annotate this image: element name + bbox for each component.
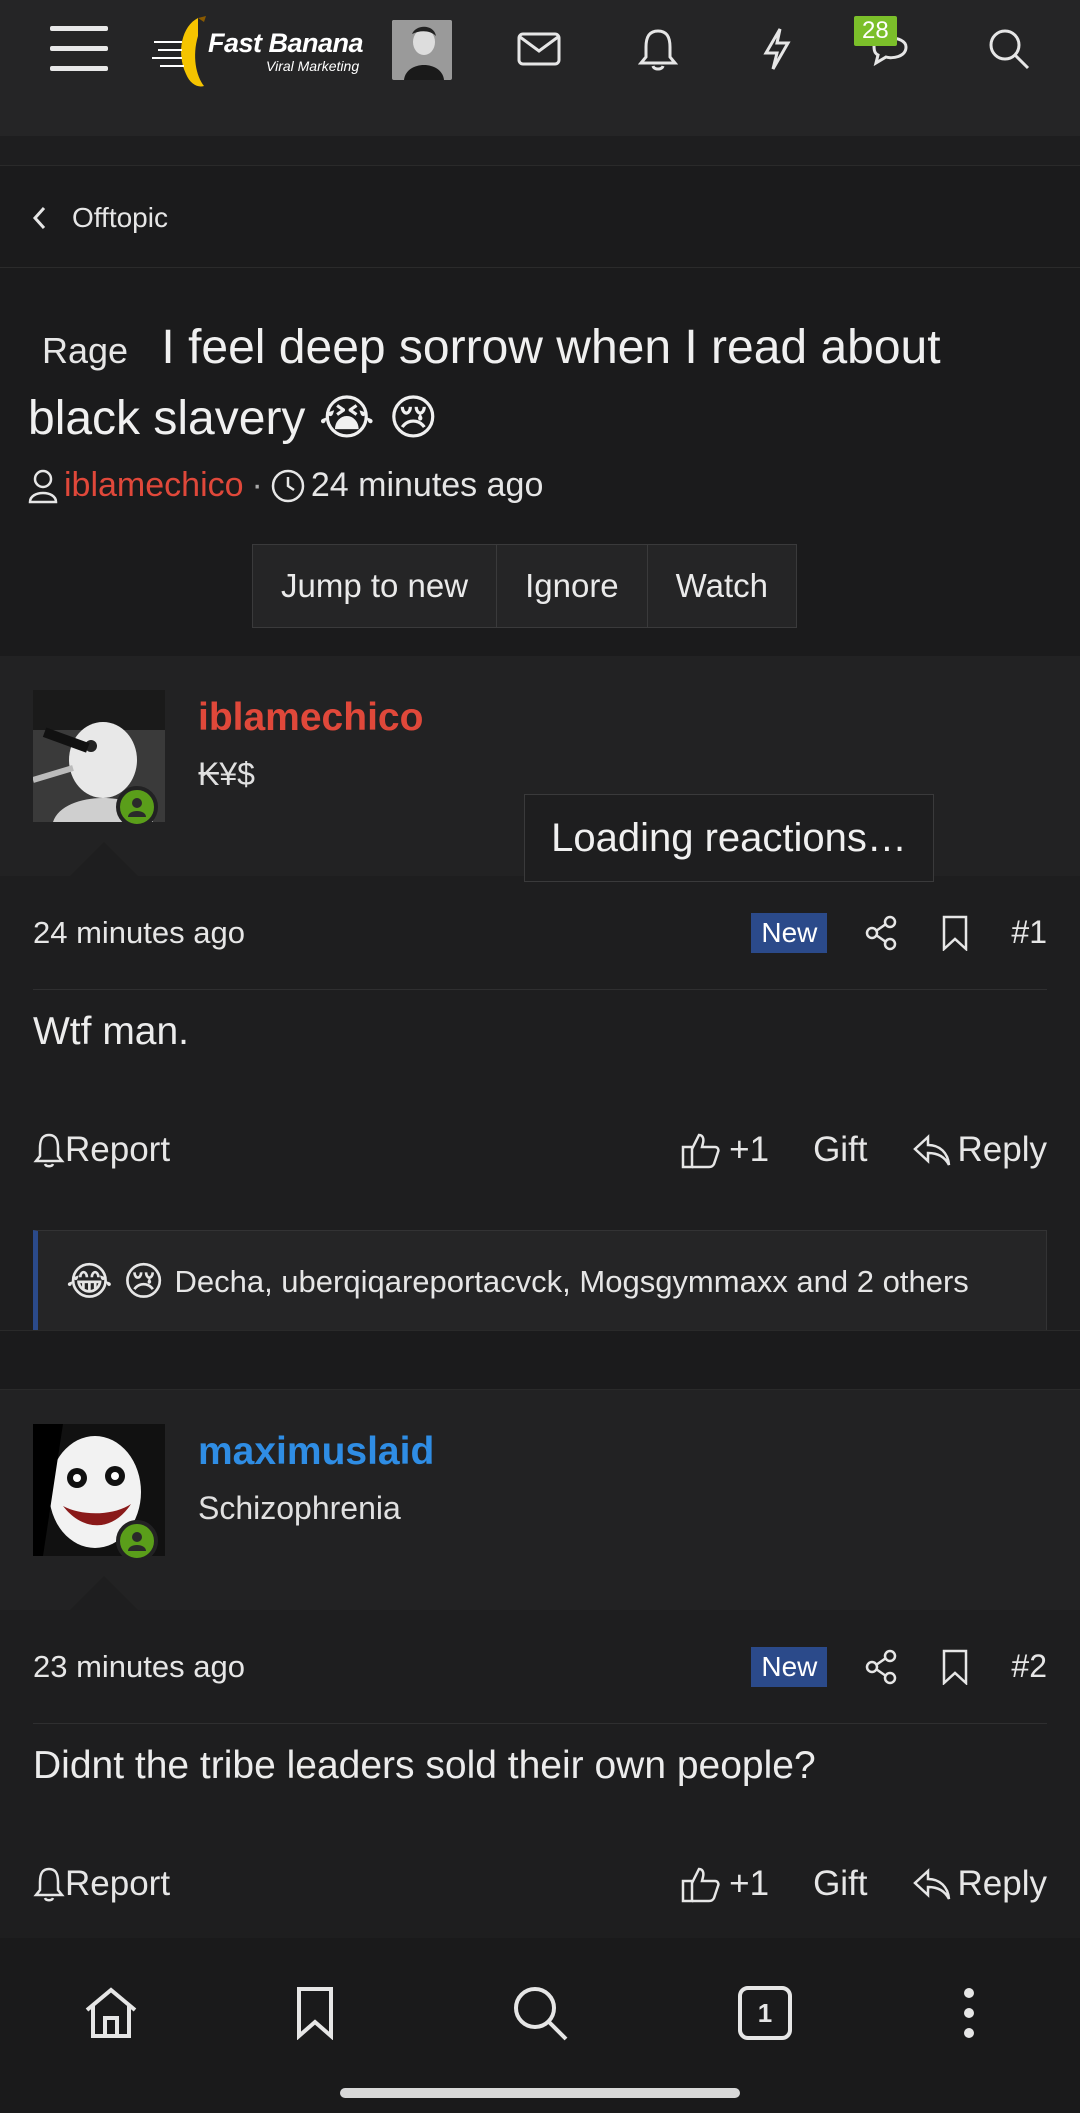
post-username[interactable]: iblamechico (198, 696, 423, 740)
like-count: +1 (729, 1130, 770, 1169)
inbox-icon[interactable] (506, 16, 572, 82)
like-count: +1 (729, 1864, 770, 1903)
more-options-icon[interactable] (934, 1978, 1004, 2048)
post-user-title: ₭¥$ (198, 756, 255, 792)
user-avatar[interactable] (392, 20, 452, 80)
share-icon[interactable] (861, 1647, 901, 1687)
loading-reactions-popup: Loading reactions… (524, 794, 934, 882)
bookmark-nav-icon[interactable] (280, 1978, 350, 2048)
home-icon[interactable] (76, 1978, 146, 2048)
reply-icon (912, 1868, 950, 1900)
post-number[interactable]: #2 (1011, 1648, 1047, 1685)
reply-icon (912, 1134, 950, 1166)
thread-actions: Jump to new Ignore Watch (252, 544, 797, 628)
thumbs-up-icon (681, 1133, 720, 1169)
post-pointer (70, 1576, 138, 1610)
thread-title-text: I feel deep sorrow when I read about bla… (28, 321, 941, 445)
logo-brand-text: Fast Banana (208, 28, 364, 58)
thread-title: Rage I feel deep sorrow when I read abou… (28, 314, 1048, 453)
post-user-title: Schizophrenia (198, 1490, 401, 1526)
post-pointer (70, 842, 138, 876)
menu-icon[interactable] (42, 16, 108, 82)
thread-author[interactable]: iblamechico (64, 466, 244, 505)
search-icon[interactable] (976, 16, 1042, 82)
lightning-icon[interactable] (744, 16, 810, 82)
ignore-button[interactable]: Ignore (497, 545, 648, 627)
user-icon (28, 469, 58, 503)
top-app-bar: Fast Banana Viral Marketing 28 (0, 0, 1080, 136)
post-body: 24 minutes ago New #1 Wtf man. Report +1… (0, 876, 1080, 1390)
gift-button[interactable]: Gift (813, 1864, 867, 1904)
report-label: Report (65, 1864, 171, 1903)
thumbs-up-icon (681, 1867, 720, 1903)
thread-prefix[interactable]: Rage (28, 330, 142, 371)
thread-meta: iblamechico · 24 minutes ago (28, 466, 543, 505)
post-meta: 23 minutes ago New #2 (33, 1610, 1047, 1724)
post-actions: Report +1 Gift Reply (33, 1120, 1047, 1180)
tab-count: 1 (757, 1997, 773, 2028)
bookmark-icon[interactable] (935, 913, 975, 953)
thread-time[interactable]: 24 minutes ago (311, 466, 544, 505)
site-logo[interactable]: Fast Banana Viral Marketing (152, 12, 364, 92)
breadcrumb-label: Offtopic (72, 201, 168, 233)
gesture-home-bar[interactable] (340, 2088, 740, 2098)
post-user-area: maximuslaid Schizophrenia (0, 1390, 1080, 1610)
reply-label: Reply (957, 1130, 1047, 1169)
reaction-emoji-laugh: 😂 (66, 1260, 113, 1304)
reply-button[interactable]: Reply (912, 1864, 1047, 1904)
post-message: Wtf man. (33, 1010, 190, 1053)
post-message: Didnt the tribe leaders sold their own p… (33, 1744, 816, 1787)
post-divider (0, 1330, 1080, 1390)
like-button[interactable]: +1 (681, 1864, 769, 1904)
avatar-portrait (392, 20, 452, 80)
post-username[interactable]: maximuslaid (198, 1430, 434, 1474)
reply-button[interactable]: Reply (912, 1130, 1047, 1170)
logo-tagline: Viral Marketing (266, 58, 360, 74)
bottom-navigation: 1 (0, 1938, 1080, 2113)
user-icon (128, 1532, 146, 1551)
online-indicator-post-2 (116, 1520, 158, 1562)
new-badge: New (751, 1646, 828, 1687)
online-indicator-post-1 (116, 786, 158, 828)
search-nav-icon[interactable] (505, 1978, 575, 2048)
gift-button[interactable]: Gift (813, 1130, 867, 1170)
post-1: iblamechico ₭¥$ 24 minutes ago New #1 Wt… (0, 656, 1080, 1484)
report-button[interactable]: Report (33, 1130, 170, 1170)
meta-separator: · (251, 466, 263, 504)
post-actions: Report +1 Gift Reply (33, 1854, 1047, 1914)
bell-icon (33, 1133, 65, 1168)
post-time[interactable]: 23 minutes ago (33, 1649, 245, 1685)
jump-to-new-button[interactable]: Jump to new (253, 545, 498, 627)
post-number[interactable]: #1 (1011, 914, 1047, 951)
reactions-bar[interactable]: 😂 😢 Decha, uberqiqareportacvck, Mogsgymm… (33, 1230, 1047, 1334)
tabs-icon[interactable]: 1 (730, 1978, 800, 2048)
post-2: maximuslaid Schizophrenia 23 minutes ago… (0, 1390, 1080, 1938)
bell-icon (33, 1867, 65, 1902)
header-spacer (0, 136, 1080, 166)
reaction-emoji-cry: 😢 (122, 1260, 165, 1304)
user-icon (128, 798, 146, 817)
new-badge: New (751, 912, 828, 953)
post-time[interactable]: 24 minutes ago (33, 915, 245, 951)
breadcrumb[interactable]: Offtopic (0, 168, 1080, 268)
share-icon[interactable] (861, 913, 901, 953)
thread-header: Rage I feel deep sorrow when I read abou… (0, 270, 1080, 656)
clock-icon (271, 469, 305, 502)
post-body: 23 minutes ago New #2 Didnt the tribe le… (0, 1610, 1080, 1938)
report-label: Report (65, 1130, 171, 1169)
like-button[interactable]: +1 (681, 1130, 769, 1170)
notification-count-badge: 28 (854, 16, 897, 46)
bookmark-icon[interactable] (935, 1647, 975, 1687)
chevron-left-icon (32, 206, 46, 229)
reactions-text: Decha, uberqiqareportacvck, Mogsgymmaxx … (174, 1264, 969, 1299)
reply-label: Reply (957, 1864, 1047, 1903)
watch-button[interactable]: Watch (648, 545, 796, 627)
post-meta: 24 minutes ago New #1 (33, 876, 1047, 990)
bell-icon[interactable] (625, 16, 691, 82)
report-button[interactable]: Report (33, 1864, 170, 1904)
